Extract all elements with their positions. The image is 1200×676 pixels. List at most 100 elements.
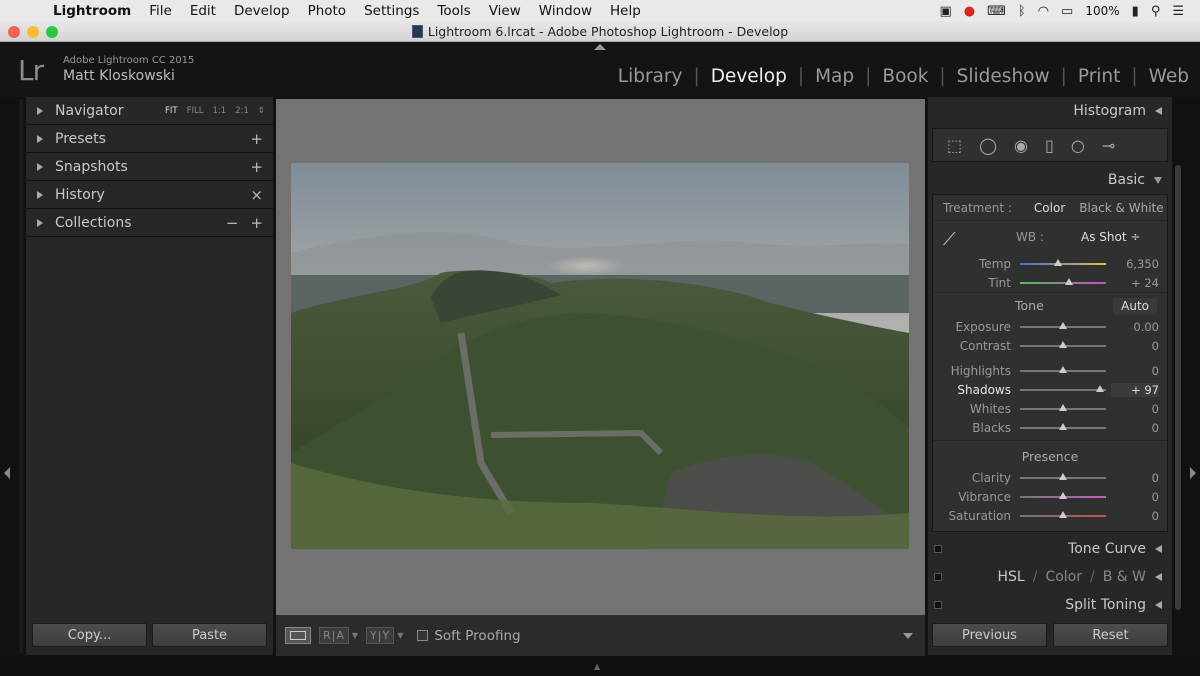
left-panel-scrollbar[interactable] (19, 99, 23, 653)
slider-track[interactable] (1020, 472, 1106, 480)
toolbar-menu-icon[interactable] (903, 632, 913, 639)
right-panel-scrollbar[interactable] (1175, 165, 1181, 610)
split-toning-panel-header[interactable]: Split Toning (928, 591, 1172, 619)
menu-help[interactable]: Help (601, 3, 650, 19)
module-print[interactable]: Print (1067, 66, 1132, 87)
battery-icon[interactable]: ▮ (1132, 4, 1139, 19)
slider-track[interactable] (1020, 403, 1106, 411)
add-snapshot-icon[interactable]: + (250, 158, 263, 176)
zoom-fill[interactable]: FILL (187, 106, 204, 116)
left-panel-toggle-icon[interactable] (4, 467, 10, 479)
menu-photo[interactable]: Photo (299, 3, 356, 19)
filmstrip-toggle-icon[interactable]: ▲ (594, 662, 600, 671)
slider-value[interactable]: 0 (1111, 471, 1159, 485)
hsl-tab[interactable]: HSL (998, 569, 1025, 585)
slider-track[interactable] (1020, 510, 1106, 518)
menu-view[interactable]: View (480, 3, 530, 19)
slider-track[interactable] (1020, 384, 1106, 392)
zoom-1-1[interactable]: 1:1 (213, 106, 227, 116)
navigator-panel-header[interactable]: Navigator FIT FILL 1:1 2:1 ⇕ (26, 97, 273, 125)
slider-value[interactable]: 0 (1111, 490, 1159, 504)
menu-window[interactable]: Window (530, 3, 601, 19)
slider-value[interactable]: 0 (1111, 421, 1159, 435)
radial-filter-icon[interactable]: ○ (1071, 136, 1085, 155)
slider-thumb[interactable] (1059, 340, 1067, 348)
panel-switch-icon[interactable] (934, 601, 942, 609)
module-web[interactable]: Web (1138, 66, 1200, 87)
temp-value[interactable]: 6,350 (1111, 257, 1159, 271)
menu-edit[interactable]: Edit (181, 3, 225, 19)
tint-slider-thumb[interactable] (1065, 277, 1074, 285)
add-collection-icon[interactable]: + (250, 214, 263, 232)
photo-preview[interactable] (291, 163, 909, 549)
slider-thumb[interactable] (1059, 365, 1067, 373)
remove-collection-icon[interactable]: − (226, 214, 239, 232)
right-panel-toggle-icon[interactable] (1190, 467, 1196, 479)
paste-settings-button[interactable]: Paste (152, 623, 267, 647)
before-after-button[interactable]: R|A (319, 627, 349, 644)
graduated-filter-icon[interactable]: ▯ (1045, 136, 1054, 155)
zoom-2-1[interactable]: 2:1 (235, 106, 249, 116)
tint-slider[interactable] (1020, 277, 1106, 285)
reset-button[interactable]: Reset (1053, 623, 1168, 647)
panel-switch-icon[interactable] (934, 573, 942, 581)
menu-file[interactable]: File (140, 3, 181, 19)
module-library[interactable]: Library (607, 66, 694, 87)
slider-thumb[interactable] (1059, 321, 1067, 329)
slider-thumb[interactable] (1059, 491, 1067, 499)
slider-thumb[interactable] (1059, 422, 1067, 430)
slider-thumb[interactable] (1059, 403, 1067, 411)
close-window-button[interactable] (8, 26, 20, 38)
slider-value[interactable]: 0 (1111, 339, 1159, 353)
treatment-color-option[interactable]: Color (1034, 201, 1065, 215)
minimize-window-button[interactable] (27, 26, 39, 38)
snapshots-panel-header[interactable]: Snapshots + (26, 153, 273, 181)
presets-panel-header[interactable]: Presets + (26, 125, 273, 153)
menu-develop[interactable]: Develop (225, 3, 299, 19)
facetime-icon[interactable]: ▣ (939, 4, 951, 19)
module-map[interactable]: Map (804, 66, 865, 87)
auto-tone-button[interactable]: Auto (1113, 298, 1157, 314)
zoom-window-button[interactable] (46, 26, 58, 38)
zoom-stepper-icon[interactable]: ⇕ (258, 106, 265, 116)
slider-track[interactable] (1020, 422, 1106, 430)
wifi-icon[interactable]: ◠ (1038, 4, 1049, 19)
basic-panel-header[interactable]: Basic (928, 166, 1172, 194)
temp-slider[interactable] (1020, 258, 1106, 266)
adjustment-brush-icon[interactable]: ⊸ (1102, 136, 1115, 155)
wb-preset-select[interactable]: As Shot ÷ (1081, 230, 1140, 244)
slider-value[interactable]: + 97 (1111, 382, 1159, 397)
slider-value[interactable]: 0 (1111, 364, 1159, 378)
slider-thumb[interactable] (1095, 384, 1104, 392)
tone-curve-panel-header[interactable]: Tone Curve (928, 535, 1172, 563)
keyboard-icon[interactable]: ⌨ (987, 4, 1006, 19)
hsl-panel-header[interactable]: HSL / Color / B & W (928, 563, 1172, 591)
spot-removal-tool-icon[interactable]: ◯ (979, 136, 997, 155)
tint-value[interactable]: + 24 (1111, 276, 1159, 290)
slider-track[interactable] (1020, 321, 1106, 329)
red-eye-tool-icon[interactable]: ◉ (1014, 136, 1028, 155)
loupe-view-button[interactable] (285, 627, 311, 644)
soft-proofing-checkbox[interactable] (417, 630, 429, 641)
slider-track[interactable] (1020, 340, 1106, 348)
slider-value[interactable]: 0 (1111, 402, 1159, 416)
history-panel-header[interactable]: History × (26, 181, 273, 209)
airplay-icon[interactable]: ▭ (1061, 4, 1073, 19)
previous-button[interactable]: Previous (932, 623, 1047, 647)
slider-thumb[interactable] (1059, 510, 1067, 518)
top-panel-toggle-icon[interactable] (594, 44, 606, 50)
white-balance-eyedropper-icon[interactable]: ⟋ (943, 229, 969, 255)
slider-value[interactable]: 0 (1111, 509, 1159, 523)
crop-tool-icon[interactable]: ⬚ (947, 136, 962, 155)
menu-settings[interactable]: Settings (355, 3, 428, 19)
slider-track[interactable] (1020, 491, 1106, 499)
treatment-bw-option[interactable]: Black & White (1079, 201, 1163, 215)
notification-list-icon[interactable]: ☰ (1172, 4, 1184, 19)
add-preset-icon[interactable]: + (250, 130, 263, 148)
slider-value[interactable]: 0.00 (1111, 320, 1159, 334)
hsl-bw-tab[interactable]: B & W (1103, 569, 1146, 585)
swap-dropdown-icon[interactable]: ▼ (397, 631, 403, 640)
module-develop[interactable]: Develop (700, 66, 798, 87)
collections-panel-header[interactable]: Collections − + (26, 209, 273, 237)
hsl-color-tab[interactable]: Color (1045, 569, 1082, 585)
